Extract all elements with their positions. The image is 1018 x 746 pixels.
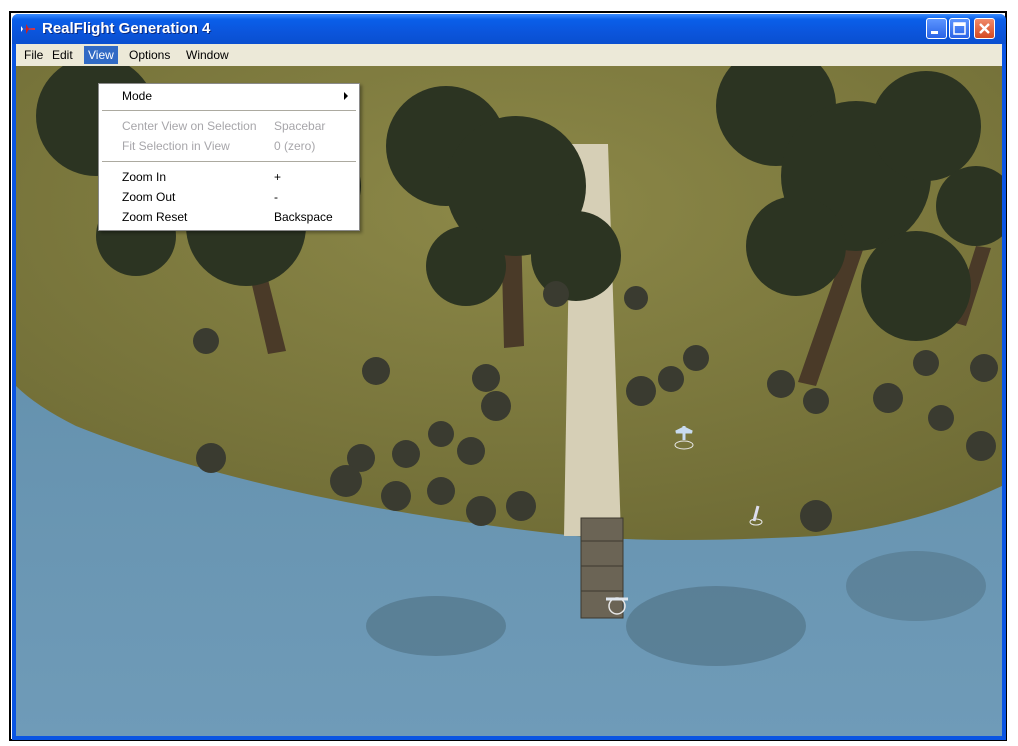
minimize-button[interactable] (926, 18, 947, 39)
menu-edit[interactable]: Edit (48, 46, 77, 64)
close-button[interactable] (974, 18, 995, 39)
airplane-icon (21, 24, 35, 34)
menu-options[interactable]: Options (125, 46, 174, 64)
maximize-button[interactable] (949, 18, 970, 39)
menu-window[interactable]: Window (182, 46, 233, 64)
menu-item-mode[interactable]: Mode (100, 86, 358, 106)
menu-bar: File Edit View Options Window (16, 44, 1002, 66)
menu-file[interactable]: File (20, 46, 47, 64)
menu-separator (102, 110, 356, 112)
menu-item-zoom-in[interactable]: Zoom In + (100, 167, 358, 187)
menu-view[interactable]: View (84, 46, 118, 64)
menu-item-fit-selection-in-view[interactable]: Fit Selection in View 0 (zero) (100, 136, 358, 156)
close-icon (979, 23, 990, 34)
app-window: RealFlight Generation 4 File Edit View O… (12, 14, 1006, 740)
menu-separator (102, 161, 356, 163)
window-title: RealFlight Generation 4 (42, 20, 211, 37)
view-menu-dropdown: Mode Center View on Selection Spacebar F… (98, 83, 360, 231)
menu-item-center-view-on-selection[interactable]: Center View on Selection Spacebar (100, 116, 358, 136)
dock (580, 517, 624, 619)
minimize-icon (931, 31, 938, 34)
menu-item-zoom-reset[interactable]: Zoom Reset Backspace (100, 207, 358, 227)
maximize-icon (953, 22, 966, 35)
submenu-arrow-icon (344, 92, 348, 100)
menu-item-zoom-out[interactable]: Zoom Out - (100, 187, 358, 207)
title-bar[interactable]: RealFlight Generation 4 (12, 14, 1006, 44)
